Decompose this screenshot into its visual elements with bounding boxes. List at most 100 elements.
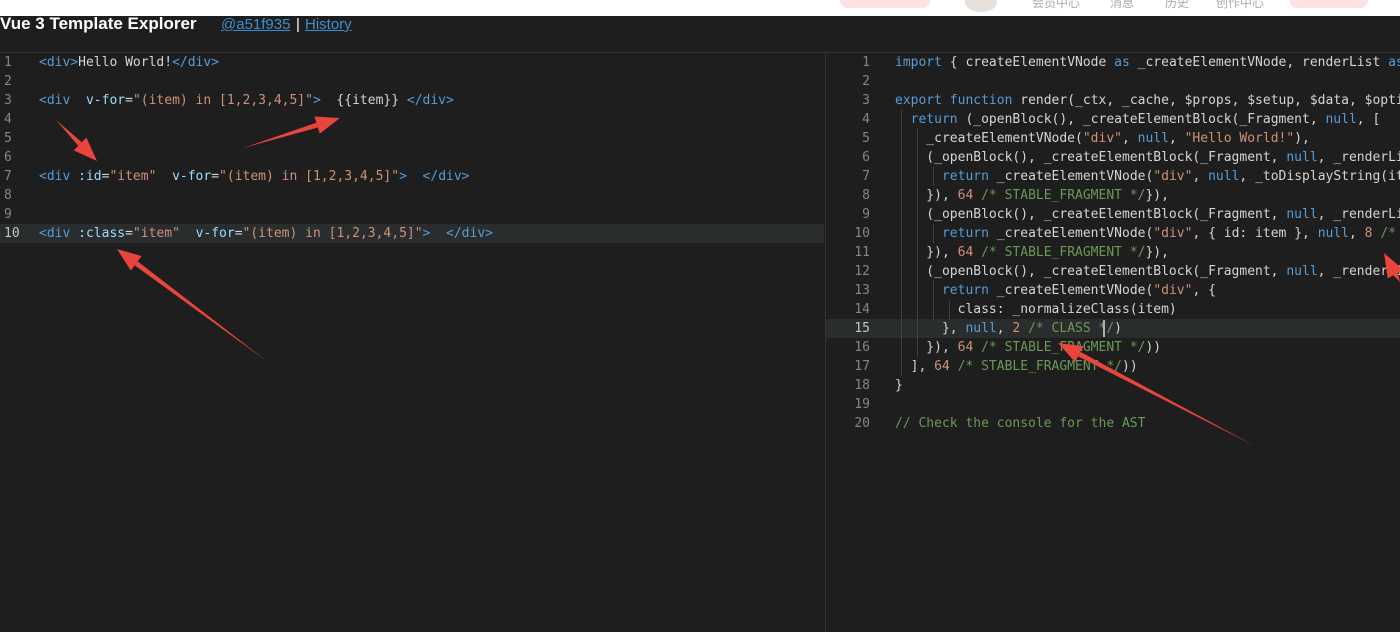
code-text: return _createElementVNode("div", { id: … — [895, 224, 1396, 243]
line-number: 10 — [854, 226, 870, 241]
app-header: Vue 3 Template Explorer @a51f935 | Histo… — [0, 14, 1400, 53]
code-line[interactable]: 12 (_openBlock(), _createElementBlock(_F… — [826, 262, 1400, 281]
code-line[interactable]: 9 — [0, 205, 824, 224]
template-editor[interactable]: 1 <div>Hello World!</div> 2 3 <div v-for="(i… — [0, 53, 824, 632]
code-line[interactable]: 5 _createElementVNode("div", null, "Hell… — [826, 129, 1400, 148]
code-line[interactable]: 7 <div :id="item" v-for="(item) in [1,2,3… — [0, 167, 824, 186]
code-token: </div> — [422, 169, 470, 184]
code-line[interactable]: 13 return _createElementVNode("div", { — [826, 281, 1400, 300]
code-token: export — [895, 93, 942, 108]
code-line[interactable]: 6 — [0, 148, 824, 167]
code-token: _createElementVNode, renderList — [1129, 55, 1389, 70]
code-token: :class — [78, 226, 126, 241]
code-line[interactable]: 9 (_openBlock(), _createElementBlock(_Fr… — [826, 205, 1400, 224]
code-token: }), — [895, 245, 958, 260]
code-line[interactable]: 4 — [0, 110, 824, 129]
code-text: _createElementVNode("div", null, "Hello … — [895, 129, 1310, 148]
code-token: return — [910, 112, 958, 127]
code-token: 64 — [957, 245, 974, 260]
line-number: 7 — [4, 169, 12, 184]
code-token: "div" — [1153, 169, 1193, 184]
nav-item-0[interactable]: 会员中心 — [1032, 0, 1080, 11]
code-token: v-for — [85, 93, 126, 108]
code-token: v-for — [195, 226, 235, 241]
line-number: 3 — [4, 93, 12, 108]
code-line[interactable]: 6 (_openBlock(), _createElementBlock(_Fr… — [826, 148, 1400, 167]
code-line[interactable]: 18} — [826, 376, 1400, 395]
code-token: null — [1317, 226, 1349, 241]
code-line[interactable]: 10 return _createElementVNode("div", { i… — [826, 224, 1400, 243]
code-token: "(item) in [1,2,3,4,5]" — [242, 226, 423, 241]
top-pill-1 — [840, 0, 930, 8]
code-line[interactable]: 2 — [826, 72, 1400, 91]
code-line[interactable]: 8 }), 64 /* STABLE_FRAGMENT */}), — [826, 186, 1400, 205]
history-link[interactable]: History — [305, 16, 352, 33]
line-number: 8 — [4, 188, 12, 203]
line-number: 3 — [862, 93, 870, 108]
line-number: 7 — [862, 169, 870, 184]
code-token: null — [965, 321, 997, 336]
indent-guide — [917, 129, 918, 357]
code-line[interactable]: 3 export function render(_ctx, _cache, $p… — [826, 91, 1400, 110]
code-token: , — [1168, 131, 1185, 146]
code-token: return — [941, 169, 989, 184]
header-separator: | — [296, 16, 300, 33]
code-token: , [ — [1356, 112, 1381, 127]
code-line[interactable]: 8 — [0, 186, 824, 205]
code-token: "div" — [1082, 131, 1122, 146]
browser-top-strip: 会员中心 消息 历史 创作中心 — [0, 0, 1400, 16]
code-token: v-for — [172, 169, 212, 184]
compiled-output-editor[interactable]: 1 import { createElementVNode as _createE… — [825, 53, 1400, 632]
indent-guide — [949, 300, 950, 319]
code-line[interactable]: 1 import { createElementVNode as _createE… — [826, 53, 1400, 72]
code-token: _createElementVNode( — [988, 226, 1154, 241]
code-token: </div> — [172, 55, 220, 70]
commit-link[interactable]: @a51f935 — [221, 16, 290, 33]
code-line[interactable]: 7 return _createElementVNode("div", null… — [826, 167, 1400, 186]
code-text: import { createElementVNode as _createEl… — [895, 53, 1400, 72]
code-token: <div — [39, 169, 71, 184]
code-token: /* — [1380, 226, 1396, 241]
code-text: }), 64 /* STABLE_FRAGMENT */)) — [895, 338, 1161, 357]
avatar[interactable] — [965, 0, 997, 12]
code-line[interactable]: 11 }), 64 /* STABLE_FRAGMENT */}), — [826, 243, 1400, 262]
code-token: "(item) in [1,2,3,4,5]" — [132, 93, 313, 108]
code-line[interactable]: 3 <div v-for="(item) in [1,2,3,4,5]"> {{i… — [0, 91, 824, 110]
nav-item-3[interactable]: 创作中心 — [1216, 0, 1264, 11]
code-token: , _toDisplayString(it — [1239, 169, 1400, 184]
nav-item-1[interactable]: 消息 — [1110, 0, 1134, 11]
code-line[interactable]: 14 class: _normalizeClass(item) — [826, 300, 1400, 319]
code-token: _createElementVNode( — [988, 169, 1154, 184]
code-line[interactable]: 4 return (_openBlock(), _createElementBl… — [826, 110, 1400, 129]
code-line[interactable]: 19 — [826, 395, 1400, 414]
line-number: 13 — [854, 283, 870, 298]
code-text: // Check the console for the AST — [895, 414, 1145, 433]
code-line[interactable]: 20 // Check the console for the AST — [826, 414, 1400, 433]
code-token: "(item) in [1,2,3,4,5]" — [219, 169, 400, 184]
code-token: ) — [1114, 321, 1122, 336]
code-token: as — [1388, 55, 1400, 70]
code-token: null — [1208, 169, 1240, 184]
code-token: 64 — [934, 359, 950, 374]
line-number: 4 — [4, 112, 12, 127]
code-token: {{item}} — [320, 93, 407, 108]
code-line[interactable]: 10 <div :class="item" v-for="(item) in [1… — [0, 224, 824, 243]
code-line[interactable]: 2 — [0, 72, 824, 91]
code-token: return — [941, 226, 989, 241]
indent-guide — [933, 167, 934, 186]
nav-item-2[interactable]: 历史 — [1165, 0, 1189, 11]
code-line[interactable]: 5 — [0, 129, 824, 148]
code-line[interactable]: 1 <div>Hello World!</div> — [0, 53, 824, 72]
code-line[interactable]: 15 }, null, 2 /* CLASS */) — [826, 319, 1400, 338]
code-line[interactable]: 16 }), 64 /* STABLE_FRAGMENT */)) — [826, 338, 1400, 357]
code-token: "item" — [132, 226, 180, 241]
code-line[interactable]: 17 ], 64 /* STABLE_FRAGMENT */)) — [826, 357, 1400, 376]
code-token: /* STABLE_FRAGMENT */ — [981, 340, 1146, 355]
code-token: :id — [78, 169, 102, 184]
code-text: <div v-for="(item) in [1,2,3,4,5]"> {{it… — [39, 91, 454, 110]
code-token: { createElementVNode — [941, 55, 1115, 70]
